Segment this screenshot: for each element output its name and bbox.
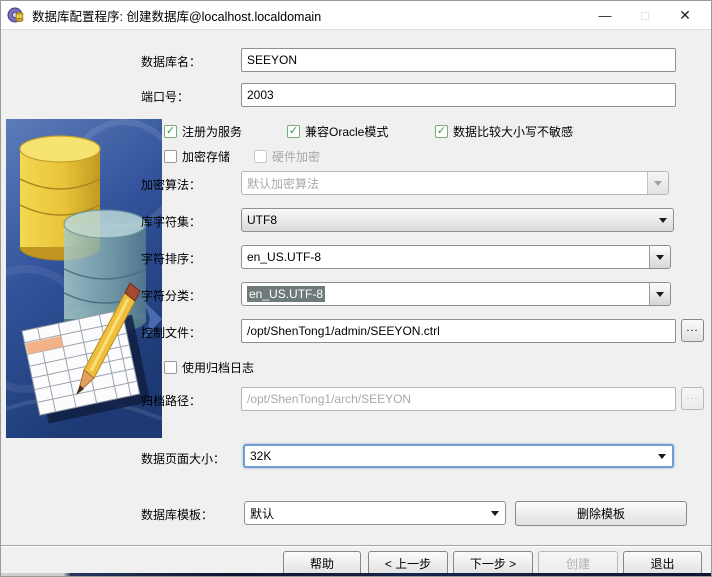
chevron-down-icon[interactable] <box>484 502 505 524</box>
checkbox-label: 注册为服务 <box>182 123 242 140</box>
control-file-input[interactable] <box>241 319 676 343</box>
control-file-label: 控制文件： <box>141 324 201 341</box>
collation-label: 字符排序： <box>141 250 201 267</box>
checkbox-checked-icon: ✓ <box>164 125 177 138</box>
checkbox-unchecked-icon <box>164 361 177 374</box>
window-title: 数据库配置程序: 创建数据库@localhost.localdomain <box>32 6 585 25</box>
app-icon <box>7 6 25 24</box>
database-illustration <box>6 119 162 438</box>
checkbox-hardware-encrypt: 硬件加密 <box>254 148 320 165</box>
checkbox-archive-log[interactable]: 使用归档日志 <box>164 359 254 376</box>
checkbox-label: 兼容Oracle模式 <box>305 123 388 140</box>
checkbox-label: 使用归档日志 <box>182 359 254 376</box>
combobox-value: en_US.UTF-8 <box>242 283 649 305</box>
archive-path-browse-button: ... <box>681 387 704 410</box>
archive-path-label: 归档路径： <box>141 392 201 409</box>
maximize-icon: □ <box>625 2 665 28</box>
encrypt-algo-label: 加密算法： <box>141 176 201 193</box>
checkbox-label: 硬件加密 <box>272 148 320 165</box>
desktop-edge <box>1 573 711 576</box>
port-input[interactable] <box>241 83 676 107</box>
control-file-browse-button[interactable]: ... <box>681 319 704 342</box>
delete-template-button[interactable]: 删除模板 <box>515 501 687 526</box>
minimize-icon[interactable]: — <box>585 2 625 28</box>
checkbox-case-insensitive[interactable]: ✓ 数据比较大小写不敏感 <box>435 123 573 140</box>
combobox-value: 默认加密算法 <box>242 172 647 194</box>
collation-combobox[interactable]: en_US.UTF-8 <box>241 245 671 269</box>
selected-text: en_US.UTF-8 <box>247 286 325 302</box>
close-icon[interactable]: ✕ <box>665 2 705 28</box>
chevron-down-icon <box>647 172 668 194</box>
combobox-value: en_US.UTF-8 <box>242 246 649 268</box>
checkbox-encrypt-storage[interactable]: 加密存储 <box>164 148 230 165</box>
charset-label: 库字符集： <box>141 213 201 230</box>
combobox-value: 32K <box>245 446 651 466</box>
window-controls: — □ ✕ <box>585 2 705 28</box>
encrypt-algo-combobox: 默认加密算法 <box>241 171 669 195</box>
page-size-combobox[interactable]: 32K <box>243 444 674 468</box>
archive-path-input <box>241 387 676 411</box>
separator <box>1 545 711 547</box>
checkbox-label: 数据比较大小写不敏感 <box>453 123 573 140</box>
port-label: 端口号： <box>141 88 189 105</box>
template-label: 数据库模板： <box>141 506 213 523</box>
checkbox-unchecked-icon <box>164 150 177 163</box>
combobox-value: UTF8 <box>242 209 652 231</box>
db-name-label: 数据库名： <box>141 53 201 70</box>
char-class-combobox[interactable]: en_US.UTF-8 <box>241 282 671 306</box>
chevron-down-icon[interactable] <box>649 283 670 305</box>
dialog-window: 数据库配置程序: 创建数据库@localhost.localdomain — □… <box>0 0 712 577</box>
page-size-label: 数据页面大小： <box>141 450 225 467</box>
titlebar: 数据库配置程序: 创建数据库@localhost.localdomain — □… <box>1 1 711 30</box>
checkbox-label: 加密存储 <box>182 148 230 165</box>
checkbox-checked-icon: ✓ <box>435 125 448 138</box>
char-class-label: 字符分类： <box>141 287 201 304</box>
checkbox-checked-icon: ✓ <box>287 125 300 138</box>
charset-combobox[interactable]: UTF8 <box>241 208 674 232</box>
chevron-down-icon[interactable] <box>649 246 670 268</box>
db-name-input[interactable] <box>241 48 676 72</box>
checkbox-oracle-mode[interactable]: ✓ 兼容Oracle模式 <box>287 123 388 140</box>
checkbox-register-service[interactable]: ✓ 注册为服务 <box>164 123 242 140</box>
chevron-down-icon <box>652 209 673 231</box>
checkbox-unchecked-icon <box>254 150 267 163</box>
combobox-value: 默认 <box>245 502 484 524</box>
chevron-down-icon[interactable] <box>651 446 672 466</box>
template-combobox[interactable]: 默认 <box>244 501 506 525</box>
